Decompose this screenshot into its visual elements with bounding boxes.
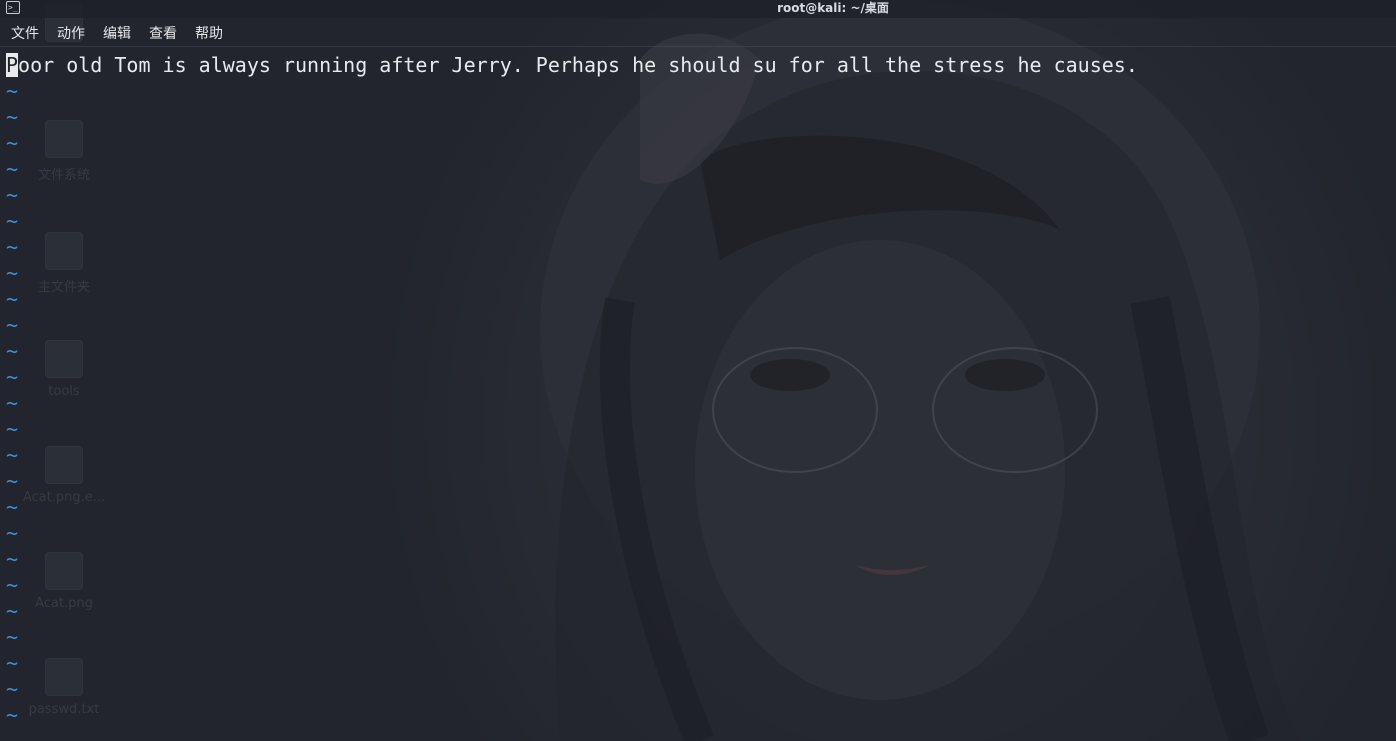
empty-line-marker: ~ (6, 339, 19, 363)
terminal-window: 文件系统 主文件夹 tools Acat.png.e... Acat.png p… (0, 0, 1396, 741)
empty-line-marker: ~ (6, 157, 19, 181)
empty-line-marker: ~ (6, 79, 19, 103)
menu-action[interactable]: 动作 (50, 23, 92, 45)
empty-line-marker: ~ (6, 183, 19, 207)
empty-line-marker: ~ (6, 469, 19, 493)
empty-line-marker: ~ (6, 651, 19, 675)
empty-line-marker: ~ (6, 417, 19, 441)
title-bar[interactable]: >_ root@kali: ~/桌面 (0, 0, 1396, 18)
text-cursor: P (6, 53, 19, 77)
empty-line-marker: ~ (6, 443, 19, 467)
empty-line-marker: ~ (6, 391, 19, 415)
empty-line-marker: ~ (6, 677, 19, 701)
menu-help[interactable]: 帮助 (188, 23, 230, 45)
empty-line-marker: ~ (6, 235, 19, 259)
empty-line-marker: ~ (6, 573, 19, 597)
empty-line-marker: ~ (6, 625, 19, 649)
menu-bar: 文件 动作 编辑 查看 帮助 (0, 22, 1396, 47)
line-text: oor old Tom is always running after Jerr… (18, 53, 1138, 77)
empty-line-marker: ~ (6, 131, 19, 155)
menu-view[interactable]: 查看 (142, 23, 184, 45)
editor-buffer[interactable]: Poor old Tom is always running after Jer… (0, 52, 1396, 741)
empty-line-marker: ~ (6, 547, 19, 571)
window-title: root@kali: ~/桌面 (777, 1, 889, 15)
menu-file[interactable]: 文件 (4, 23, 46, 45)
empty-line-marker: ~ (6, 261, 19, 285)
empty-line-marker: ~ (6, 703, 19, 727)
menu-edit[interactable]: 编辑 (96, 23, 138, 45)
empty-line-marker: ~ (6, 365, 19, 389)
empty-line-marker: ~ (6, 495, 19, 519)
text-line[interactable]: Poor old Tom is always running after Jer… (6, 52, 1138, 78)
empty-line-marker: ~ (6, 105, 19, 129)
empty-line-marker: ~ (6, 287, 19, 311)
empty-line-marker: ~ (6, 521, 19, 545)
empty-line-marker: ~ (6, 209, 19, 233)
empty-line-marker: ~ (6, 313, 19, 337)
empty-line-marker: ~ (6, 599, 19, 623)
